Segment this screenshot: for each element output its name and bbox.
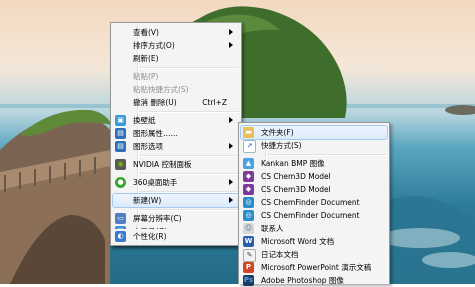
chem3d-icon: ◆ bbox=[243, 184, 254, 195]
menu-item-graphics-options[interactable]: ▤ 图形选项 bbox=[113, 140, 239, 153]
menu-separator bbox=[139, 111, 239, 113]
360-assistant-icon: ● bbox=[115, 177, 126, 188]
chem3d-icon: ◆ bbox=[243, 171, 254, 182]
menu-item-label: 联系人 bbox=[261, 224, 284, 233]
menu-item-label: 个性化(R) bbox=[133, 232, 167, 241]
menu-item-360-desktop-assistant[interactable]: ● 360桌面助手 bbox=[113, 176, 239, 189]
menu-item-label: 屏幕分辨率(C) bbox=[133, 214, 182, 223]
menu-item-label: 文件夹(F) bbox=[261, 128, 294, 137]
photoshop-icon: Ps bbox=[243, 275, 254, 286]
new-item-photoshop-image[interactable]: Ps Adobe Photoshop 图像 bbox=[241, 274, 387, 287]
menu-item-label: CS ChemFinder Document bbox=[261, 198, 360, 207]
intel-graphics-icon: ▤ bbox=[115, 141, 126, 152]
menu-item-label: Microsoft Word 文档 bbox=[261, 237, 335, 246]
menu-item-label: 快捷方式(S) bbox=[261, 141, 302, 150]
menu-item-refresh[interactable]: 刷新(E) bbox=[113, 52, 239, 65]
menu-item-label: 换壁纸 bbox=[133, 116, 156, 125]
menu-item-label: 粘贴(P) bbox=[133, 72, 159, 81]
kankan-image-icon: ▲ bbox=[243, 158, 254, 169]
new-item-powerpoint[interactable]: P Microsoft PowerPoint 演示文稿 bbox=[241, 261, 387, 274]
menu-item-label: 日记本文档 bbox=[261, 250, 299, 259]
menu-item-change-wallpaper[interactable]: ▣ 换壁纸 bbox=[113, 114, 239, 127]
menu-item-label: CS ChemFinder Document bbox=[261, 211, 360, 220]
submenu-arrow-icon bbox=[229, 197, 233, 203]
new-item-shortcut[interactable]: ↗ 快捷方式(S) bbox=[241, 139, 387, 153]
menu-item-label: CS Chem3D Model bbox=[261, 185, 331, 194]
submenu-arrow-icon bbox=[229, 179, 233, 185]
nvidia-icon: ◉ bbox=[115, 159, 126, 170]
menu-item-paste[interactable]: 粘贴(P) bbox=[113, 70, 239, 83]
new-item-word-document[interactable]: W Microsoft Word 文档 bbox=[241, 235, 387, 248]
word-icon: W bbox=[243, 236, 254, 247]
powerpoint-icon: P bbox=[243, 262, 254, 273]
new-item-chem3d-model-1[interactable]: ◆ CS Chem3D Model bbox=[241, 170, 387, 183]
menu-separator bbox=[139, 67, 239, 69]
new-item-journal-document[interactable]: ✎ 日记本文档 bbox=[241, 248, 387, 262]
intel-graphics-icon: ▤ bbox=[115, 128, 126, 139]
menu-item-label: 撤消 删除(U) bbox=[133, 98, 177, 107]
menu-item-view[interactable]: 查看(V) bbox=[113, 26, 239, 39]
new-item-chemfinder-1[interactable]: ◎ CS ChemFinder Document bbox=[241, 196, 387, 209]
new-submenu: ▬ 文件夹(F) ↗ 快捷方式(S) ▲ Kankan BMP 图像 ◆ CS … bbox=[238, 122, 390, 287]
menu-separator bbox=[139, 191, 239, 193]
menu-item-paste-shortcut[interactable]: 粘贴快捷方式(S) bbox=[113, 83, 239, 96]
new-item-chemfinder-2[interactable]: ◎ CS ChemFinder Document bbox=[241, 209, 387, 222]
personalize-icon: ◐ bbox=[115, 231, 126, 242]
new-item-kankan-bmp[interactable]: ▲ Kankan BMP 图像 bbox=[241, 157, 387, 170]
menu-item-label: Adobe Photoshop 图像 bbox=[261, 276, 344, 285]
menu-item-new[interactable]: 新建(W) bbox=[112, 193, 240, 208]
submenu-arrow-icon bbox=[229, 29, 233, 35]
new-item-chem3d-model-2[interactable]: ◆ CS Chem3D Model bbox=[241, 183, 387, 196]
shortcut-icon: ↗ bbox=[243, 140, 256, 153]
desktop-context-menu: 查看(V) 排序方式(O) 刷新(E) 粘贴(P) 粘贴快捷方式(S) 撤消 删… bbox=[110, 22, 242, 246]
menu-item-label: 图形属性…… bbox=[133, 129, 178, 138]
menu-item-label: 排序方式(O) bbox=[133, 41, 175, 50]
menu-item-nvidia-control-panel[interactable]: ◉ NVIDIA 控制面板 bbox=[113, 158, 239, 171]
chemfinder-icon: ◎ bbox=[243, 210, 254, 221]
folder-icon: ▬ bbox=[243, 127, 254, 138]
shortcut-text: Ctrl+Z bbox=[202, 98, 227, 107]
menu-separator bbox=[139, 173, 239, 175]
menu-item-graphics-properties[interactable]: ▤ 图形属性…… bbox=[113, 127, 239, 140]
menu-item-personalize[interactable]: ◐ 个性化(R) bbox=[113, 230, 239, 243]
menu-separator bbox=[267, 154, 387, 156]
contact-icon: ☺ bbox=[243, 223, 254, 234]
menu-item-label: 360桌面助手 bbox=[133, 178, 178, 187]
menu-item-label: 查看(V) bbox=[133, 28, 159, 37]
submenu-arrow-icon bbox=[229, 42, 233, 48]
menu-item-label: Microsoft PowerPoint 演示文稿 bbox=[261, 263, 372, 272]
menu-item-label: Kankan BMP 图像 bbox=[261, 159, 325, 168]
menu-item-label: NVIDIA 控制面板 bbox=[133, 160, 192, 169]
desktop-context-menu-tail: ◐ 个性化(R) bbox=[110, 229, 242, 246]
menu-item-screen-resolution[interactable]: ▭ 屏幕分辨率(C) bbox=[113, 212, 239, 225]
screen-resolution-icon: ▭ bbox=[115, 213, 126, 224]
submenu-arrow-icon bbox=[229, 117, 233, 123]
menu-item-label: CS Chem3D Model bbox=[261, 172, 331, 181]
new-item-folder[interactable]: ▬ 文件夹(F) bbox=[240, 125, 388, 140]
menu-item-sort[interactable]: 排序方式(O) bbox=[113, 39, 239, 52]
menu-item-label: 刷新(E) bbox=[133, 54, 159, 63]
wallpaper-icon: ▣ bbox=[115, 115, 126, 126]
new-item-contact[interactable]: ☺ 联系人 bbox=[241, 222, 387, 235]
menu-separator bbox=[139, 209, 239, 211]
menu-item-undo-delete[interactable]: 撤消 删除(U) Ctrl+Z bbox=[113, 96, 239, 109]
submenu-arrow-icon bbox=[229, 143, 233, 149]
menu-item-label: 粘贴快捷方式(S) bbox=[133, 85, 189, 94]
menu-separator bbox=[139, 155, 239, 157]
menu-item-label: 新建(W) bbox=[133, 196, 162, 205]
chemfinder-icon: ◎ bbox=[243, 197, 254, 208]
menu-item-label: 图形选项 bbox=[133, 142, 163, 151]
